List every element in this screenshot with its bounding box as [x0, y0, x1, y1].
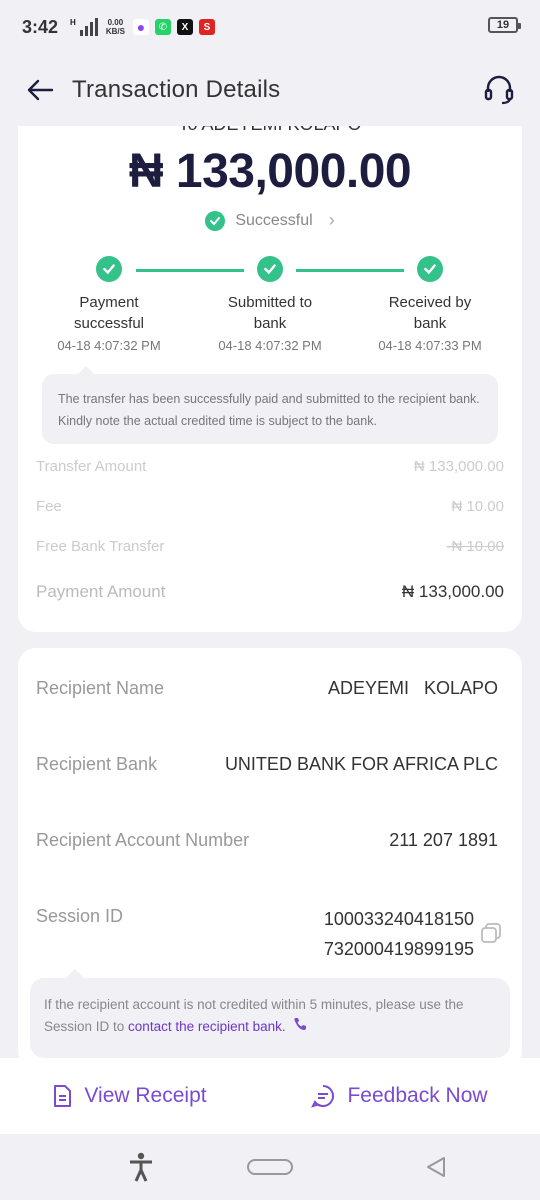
recipient-details-card: Recipient Name ADEYEMI KOLAPO Recipient …	[18, 648, 522, 1068]
view-receipt-button[interactable]: View Receipt	[52, 1084, 207, 1108]
contact-bank-link[interactable]: contact the recipient bank.	[128, 1019, 286, 1034]
signal-icon: H	[70, 18, 98, 36]
step-time: 04-18 4:07:32 PM	[57, 338, 161, 353]
check-circle-icon	[205, 210, 226, 231]
battery-icon: 19	[488, 17, 521, 33]
transfer-amount-row: Transfer Amount ₦ 133,000.00	[36, 458, 504, 475]
network-speed: 0.00 KB/S	[105, 18, 125, 36]
bottom-actions: View Receipt Feedback Now	[0, 1058, 540, 1134]
feedback-now-button[interactable]: Feedback Now	[311, 1084, 488, 1108]
status-row[interactable]: Successful ›	[18, 210, 522, 231]
copy-icon[interactable]	[480, 922, 502, 944]
step-received-by-bank: Received by bank 04-18 4:07:33 PM	[355, 256, 505, 353]
feedback-now-label: Feedback Now	[347, 1084, 488, 1107]
s-app-icon: S	[198, 19, 215, 35]
check-circle-icon	[417, 256, 443, 282]
recipient-account-row: Recipient Account Number 211 207 1891	[36, 830, 498, 850]
check-circle-icon	[257, 256, 283, 282]
receipt-icon	[52, 1084, 72, 1108]
transfer-amount: ₦ 133,000.00	[128, 145, 412, 198]
progress-steps: Payment successful 04-18 4:07:32 PM Submi…	[18, 256, 522, 366]
session-id-value: 100033240418150 732000419899195	[323, 909, 474, 959]
status-time: 3:42	[22, 16, 59, 37]
feedback-icon	[311, 1084, 335, 1108]
step-time: 04-18 4:07:32 PM	[218, 338, 322, 353]
home-button[interactable]	[247, 1159, 293, 1175]
recipient-line: To ADEYEMI KOLAPO	[18, 126, 522, 135]
step-time: 04-18 4:07:33 PM	[378, 338, 482, 353]
headset-icon[interactable]	[482, 72, 516, 106]
status-label: Successful	[235, 211, 313, 229]
status-bar: 3:42 H 0.00 KB/S ● ✆ X S 19	[0, 0, 540, 54]
step-submitted-to-bank: Submitted to bank 04-18 4:07:32 PM	[195, 256, 345, 353]
fee-row: Fee ₦ 10.00	[36, 498, 504, 515]
app-header: Transaction Details	[0, 54, 540, 126]
step-label: Received by bank	[388, 294, 472, 332]
check-circle-icon	[96, 256, 122, 282]
network-type: H	[70, 18, 76, 27]
payment-amount-row: Payment Amount ₦ 133,000.00	[36, 582, 504, 601]
session-id-note: If the recipient account is not credited…	[30, 969, 510, 1058]
step-payment-successful: Payment successful 04-18 4:07:32 PM	[34, 256, 184, 353]
system-nav-bar	[0, 1134, 540, 1200]
step-label: Submitted to bank	[227, 294, 313, 332]
free-transfer-row: Free Bank Transfer -₦ 10.00	[36, 538, 504, 555]
step-label: Payment successful	[73, 294, 145, 332]
whatsapp-icon: ✆	[154, 19, 171, 35]
accessibility-icon[interactable]	[128, 1152, 154, 1182]
messenger-icon: ●	[132, 19, 149, 35]
transfer-info-note: The transfer has been successfully paid …	[42, 366, 498, 444]
transaction-summary-card: To ADEYEMI KOLAPO ₦ 133,000.00 Successfu…	[18, 126, 522, 632]
recipient-name-row: Recipient Name ADEYEMI KOLAPO	[36, 678, 498, 698]
view-receipt-label: View Receipt	[84, 1084, 207, 1107]
recipient-bank-row: Recipient Bank UNITED BANK FOR AFRICA PL…	[36, 754, 498, 774]
x-icon: X	[176, 19, 193, 35]
nav-back-icon[interactable]	[424, 1155, 448, 1179]
chevron-right-icon: ›	[328, 210, 335, 230]
page-title: Transaction Details	[72, 76, 281, 103]
arrow-left-icon[interactable]	[26, 75, 56, 105]
phone-icon[interactable]	[293, 1016, 307, 1038]
